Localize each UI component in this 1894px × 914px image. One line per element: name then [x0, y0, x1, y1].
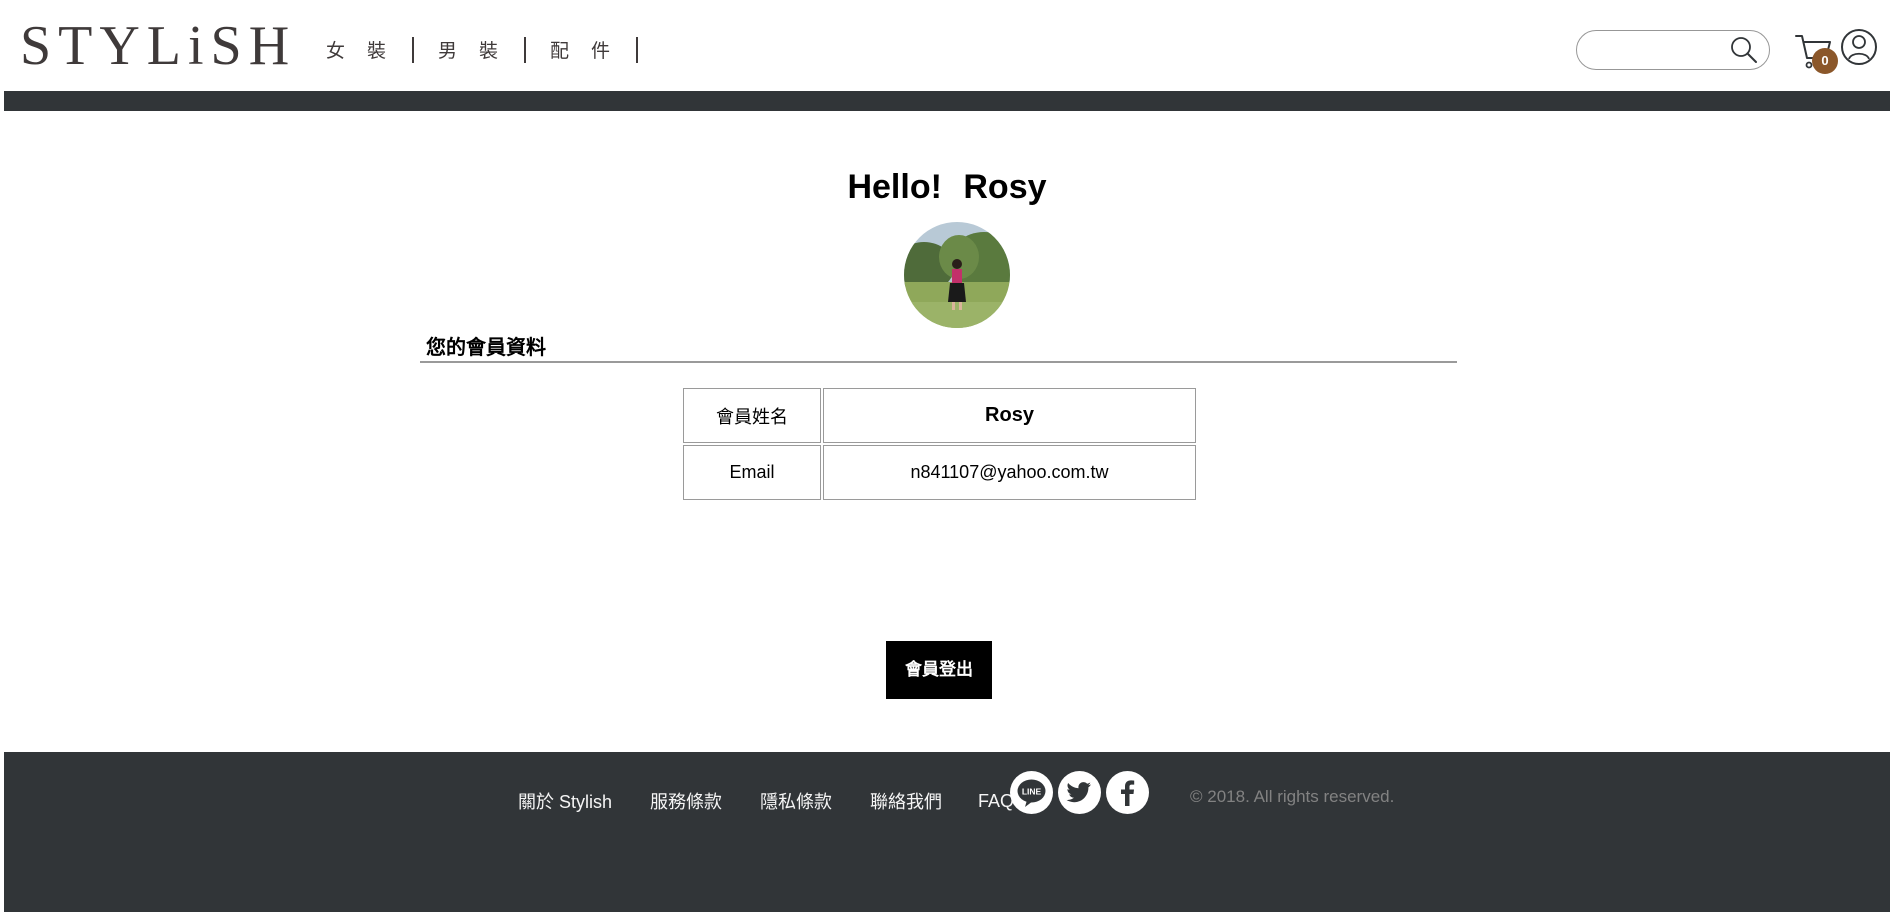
nav-divider — [524, 36, 527, 63]
svg-text:LINE: LINE — [1022, 787, 1042, 797]
avatar — [904, 222, 1010, 328]
cart-count-badge: 0 — [1812, 48, 1838, 74]
footer-link-contact[interactable]: 聯絡我們 — [870, 788, 942, 814]
footer-links: 關於 Stylish 服務條款 隱私條款 聯絡我們 FAQ — [518, 788, 1052, 814]
member-info-title: 您的會員資料 — [426, 337, 546, 359]
divider — [420, 361, 1457, 363]
main-nav: 女裝 男裝 配件 — [326, 36, 662, 63]
greeting-name: Rosy — [963, 168, 1047, 206]
stylish-logo[interactable]: STYLiSH — [20, 18, 296, 74]
search-icon[interactable] — [1729, 35, 1759, 65]
nav-men[interactable]: 男裝 — [438, 36, 522, 63]
email-label: Email — [683, 445, 821, 500]
header-bar — [4, 91, 1890, 111]
member-info-table: 會員姓名 Rosy Email n841107@yahoo.com.tw — [681, 386, 1198, 502]
site-header: STYLiSH 女裝 男裝 配件 — [4, 0, 1890, 91]
name-value: Rosy — [823, 388, 1196, 443]
site-footer: 關於 Stylish 服務條款 隱私條款 聯絡我們 FAQ LINE © 201… — [4, 752, 1890, 912]
footer-link-about[interactable]: 關於 Stylish — [518, 788, 612, 814]
nav-women[interactable]: 女裝 — [326, 36, 410, 63]
line-icon[interactable]: LINE — [1010, 771, 1053, 814]
facebook-icon[interactable] — [1106, 771, 1149, 814]
nav-divider — [636, 36, 639, 63]
search-box — [1576, 30, 1770, 70]
nav-accessories[interactable]: 配件 — [550, 36, 634, 63]
footer-link-terms[interactable]: 服務條款 — [650, 788, 722, 814]
copyright-text: © 2018. All rights reserved. — [1190, 787, 1395, 806]
nav-divider — [412, 36, 415, 63]
footer-link-faq[interactable]: FAQ — [978, 791, 1014, 812]
greeting-heading: Hello! Rosy — [0, 168, 1894, 207]
greeting-text: Hello! — [847, 168, 942, 206]
search-input[interactable] — [1593, 39, 1723, 61]
footer-link-privacy[interactable]: 隱私條款 — [760, 788, 832, 814]
social-links: LINE — [1010, 771, 1154, 814]
logout-button[interactable]: 會員登出 — [886, 641, 992, 699]
member-icon[interactable] — [1840, 28, 1878, 66]
table-row: 會員姓名 Rosy — [683, 388, 1196, 443]
twitter-icon[interactable] — [1058, 771, 1101, 814]
table-row: Email n841107@yahoo.com.tw — [683, 445, 1196, 500]
avatar-photo — [904, 222, 1010, 328]
email-value: n841107@yahoo.com.tw — [823, 445, 1196, 500]
name-label: 會員姓名 — [683, 388, 821, 443]
